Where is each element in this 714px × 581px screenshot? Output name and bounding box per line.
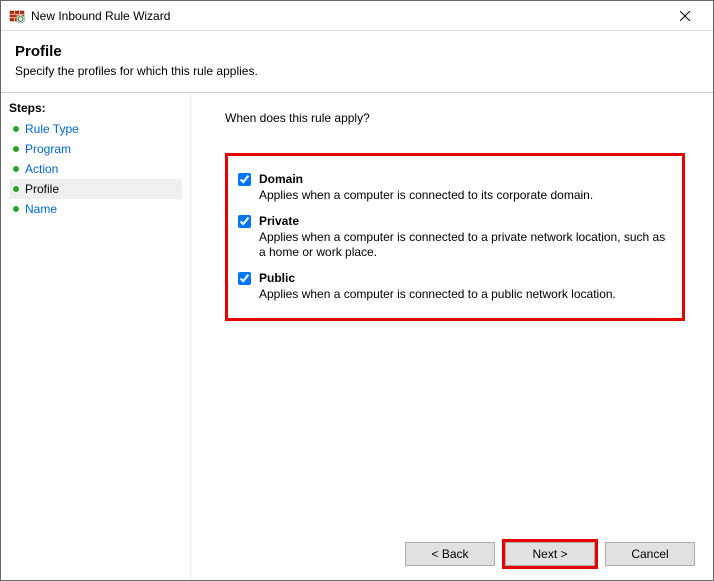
bullet-icon (13, 186, 19, 192)
public-row: Public (238, 271, 668, 285)
close-icon (680, 11, 690, 21)
step-label: Profile (25, 182, 59, 196)
step-profile[interactable]: Profile (9, 179, 182, 199)
page-subheading: Specify the profiles for which this rule… (15, 64, 699, 78)
button-bar: < Back Next > Cancel (405, 542, 695, 566)
private-row: Private (238, 214, 668, 228)
content-area: Steps: Rule Type Program Action Profile … (1, 92, 713, 580)
public-desc: Applies when a computer is connected to … (259, 287, 668, 303)
domain-checkbox[interactable] (238, 173, 251, 186)
cancel-button[interactable]: Cancel (605, 542, 695, 566)
step-rule-type[interactable]: Rule Type (9, 119, 182, 139)
header-block: Profile Specify the profiles for which t… (1, 31, 713, 92)
step-name[interactable]: Name (9, 199, 182, 219)
wizard-window: New Inbound Rule Wizard Profile Specify … (0, 0, 714, 581)
bullet-icon (13, 206, 19, 212)
bullet-icon (13, 126, 19, 132)
bullet-icon (13, 146, 19, 152)
domain-desc: Applies when a computer is connected to … (259, 188, 668, 204)
step-label: Rule Type (25, 122, 79, 136)
steps-sidebar: Steps: Rule Type Program Action Profile … (1, 93, 191, 580)
step-label: Action (25, 162, 58, 176)
step-action[interactable]: Action (9, 159, 182, 179)
bullet-icon (13, 166, 19, 172)
close-button[interactable] (665, 2, 705, 30)
step-program[interactable]: Program (9, 139, 182, 159)
page-heading: Profile (15, 43, 699, 60)
next-button[interactable]: Next > (505, 542, 595, 566)
public-label: Public (259, 271, 295, 285)
back-button[interactable]: < Back (405, 542, 495, 566)
step-label: Program (25, 142, 71, 156)
title-bar: New Inbound Rule Wizard (1, 1, 713, 31)
step-label: Name (25, 202, 57, 216)
steps-heading: Steps: (9, 101, 182, 115)
firewall-icon (9, 8, 25, 24)
main-panel: When does this rule apply? Domain Applie… (191, 93, 713, 580)
private-checkbox[interactable] (238, 215, 251, 228)
window-title: New Inbound Rule Wizard (31, 9, 665, 23)
profiles-highlight-box: Domain Applies when a computer is connec… (225, 153, 685, 321)
private-desc: Applies when a computer is connected to … (259, 230, 668, 261)
private-label: Private (259, 214, 299, 228)
public-checkbox[interactable] (238, 272, 251, 285)
apply-question: When does this rule apply? (225, 111, 689, 125)
domain-row: Domain (238, 172, 668, 186)
domain-label: Domain (259, 172, 303, 186)
